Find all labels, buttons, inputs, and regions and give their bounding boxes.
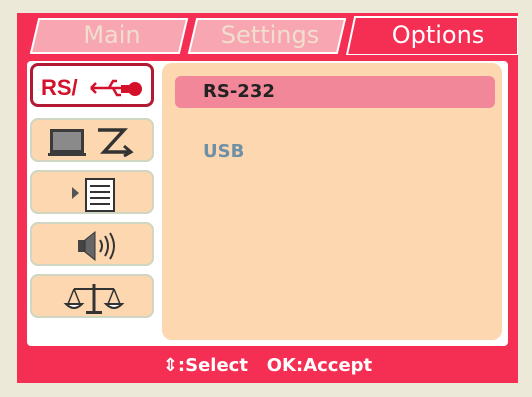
monitor-arrow-icon bbox=[48, 128, 134, 158]
tab-settings[interactable]: Settings bbox=[205, 17, 335, 53]
sidebar-item-connection[interactable]: RS/ bbox=[30, 63, 154, 107]
sidebar-item-display[interactable] bbox=[30, 118, 154, 162]
footer-hint-bar: ⇕:Select OK:Accept bbox=[17, 349, 518, 383]
tab-options[interactable]: Options bbox=[363, 17, 513, 53]
accept-hint: OK:Accept bbox=[266, 355, 373, 376]
svg-text:RS/: RS/ bbox=[41, 75, 78, 100]
content-area: RS/ RS-232 USB bbox=[27, 61, 508, 346]
options-panel: RS-232 USB bbox=[162, 63, 502, 340]
list-pointer-icon bbox=[72, 178, 115, 212]
option-rs232[interactable]: RS-232 bbox=[175, 76, 495, 108]
options-dialog: Main Settings Options RS/ RS-232 USB ⇕:S… bbox=[17, 13, 518, 383]
speaker-icon bbox=[78, 230, 115, 262]
option-usb[interactable]: USB bbox=[175, 136, 495, 168]
rs232-usb-icon: RS/ bbox=[41, 75, 142, 100]
tab-bar: Main Settings Options bbox=[17, 13, 518, 55]
select-hint: :Select bbox=[177, 355, 248, 376]
sidebar-item-weighing[interactable] bbox=[30, 274, 154, 318]
balance-scale-icon bbox=[63, 284, 125, 314]
sidebar-item-sound[interactable] bbox=[30, 222, 154, 266]
sidebar-item-list[interactable] bbox=[30, 170, 154, 214]
up-down-arrows-icon: ⇕ bbox=[162, 355, 178, 376]
tab-main[interactable]: Main bbox=[47, 17, 177, 53]
